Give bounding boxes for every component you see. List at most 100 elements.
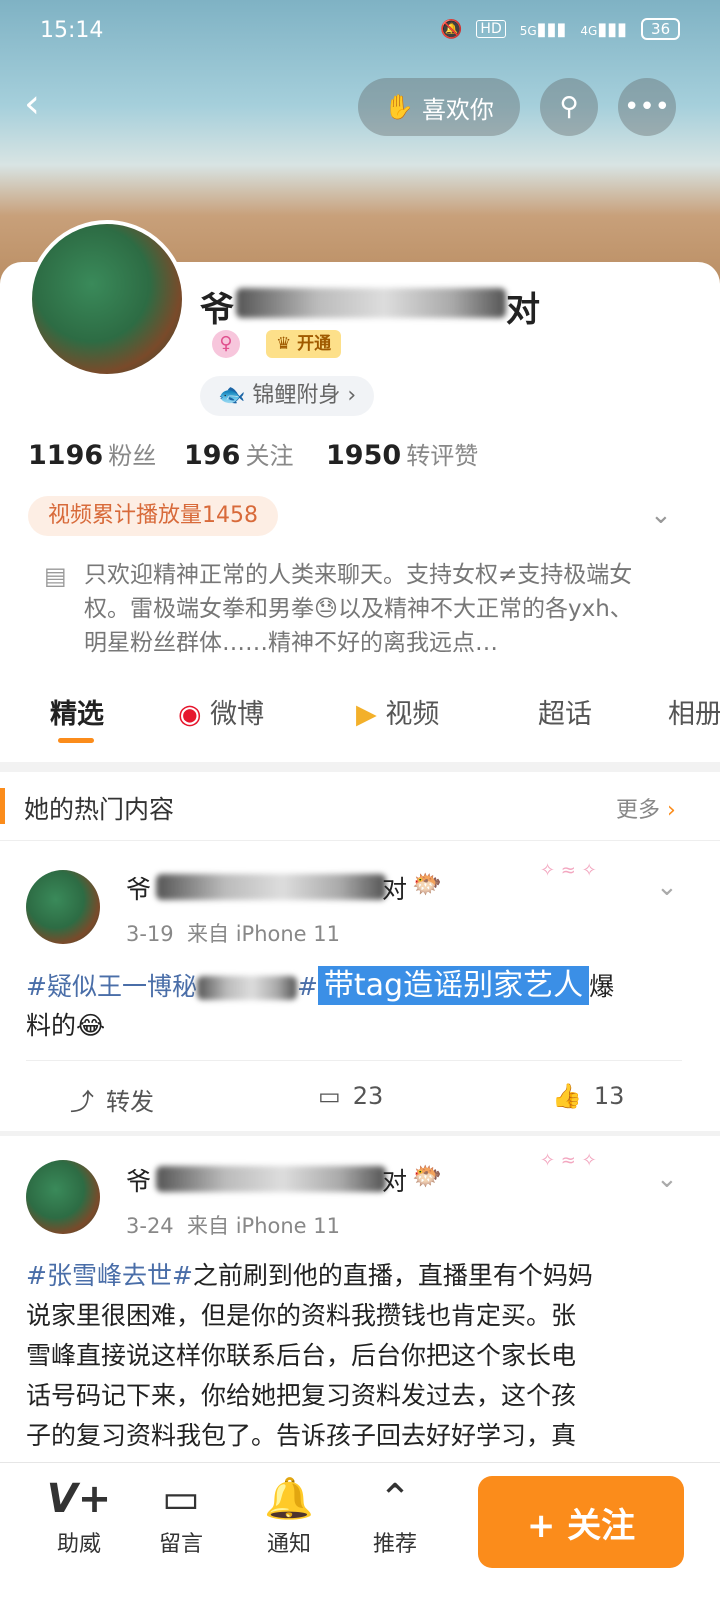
back-icon[interactable]: ‹ xyxy=(24,84,64,128)
bell-icon: 🔔 xyxy=(264,1476,314,1522)
post-text-line1: 之前刷到他的直播，直播里有个妈妈 xyxy=(192,1261,593,1290)
vip-badge[interactable]: ♛ 开通 xyxy=(266,330,342,358)
recommend-button[interactable]: ⌃ 推荐 xyxy=(350,1476,440,1558)
mute-icon: 🔕 xyxy=(440,18,463,40)
comment-button[interactable]: ▭ 23 xyxy=(318,1082,383,1110)
message-button[interactable]: ▭ 留言 xyxy=(136,1476,226,1558)
interactions-label: 转评赞 xyxy=(406,442,479,470)
like-count: 13 xyxy=(593,1082,625,1110)
like-button[interactable]: 👍 13 xyxy=(552,1082,624,1110)
post-date: 3-19 xyxy=(126,922,174,946)
followers-count: 1196 xyxy=(28,440,104,471)
post-meta: 3-19 来自 iPhone 11 xyxy=(126,918,340,948)
hand-icon: ✋ xyxy=(384,93,414,121)
following-label: 关注 xyxy=(245,442,294,470)
interactions-count: 1950 xyxy=(326,440,402,471)
tab-featured[interactable]: 精选 xyxy=(50,692,104,731)
profile-name-start: 爷 xyxy=(200,290,234,330)
post-text-line2: 料的😂 xyxy=(26,1011,106,1040)
tab-weibo[interactable]: ◉ 微博 xyxy=(178,692,264,731)
section-accent-bar xyxy=(0,788,5,824)
post-tag-link[interactable]: #张雪峰去世# xyxy=(26,1261,193,1290)
avatar[interactable] xyxy=(28,220,186,378)
signal-4g-icon: 4G▮▮▮ xyxy=(580,18,628,40)
recommend-icon: ⌃ xyxy=(378,1476,412,1522)
vip-label: 开通 xyxy=(297,334,332,354)
post-avatar[interactable] xyxy=(26,1160,100,1234)
bio-icon: ▤ xyxy=(44,562,67,590)
weibo-icon: ◉ xyxy=(178,699,211,730)
post-text-tail: 爆 xyxy=(589,972,615,1001)
battery-icon: 36 xyxy=(641,18,681,40)
recommend-label: 推荐 xyxy=(372,1532,417,1557)
followers-stat[interactable]: 1196 粉丝 xyxy=(28,436,156,471)
follow-button[interactable]: + 关注 xyxy=(478,1476,684,1568)
post-meta: 3-24 来自 iPhone 11 xyxy=(126,1210,340,1240)
chevron-right-icon: › xyxy=(660,798,676,823)
fish-badge-icon: 🐡 xyxy=(412,1162,442,1190)
video-icon: ▶ xyxy=(356,699,386,730)
status-icons: 🔕 HD 5G▮▮▮ 4G▮▮▮ 36 xyxy=(440,18,681,40)
crown-icon: ♛ xyxy=(276,334,298,354)
like-you-button[interactable]: ✋ 喜欢你 xyxy=(358,78,520,136)
post-avatar[interactable] xyxy=(26,870,100,944)
like-you-label: 喜欢你 xyxy=(421,95,494,124)
comment-count: 23 xyxy=(352,1082,384,1110)
tab-video-label: 视频 xyxy=(385,699,440,730)
tab-weibo-label: 微博 xyxy=(210,699,265,730)
chevron-right-icon: › xyxy=(340,383,357,408)
tab-active-indicator xyxy=(58,738,94,743)
profile-name-blur xyxy=(236,288,506,318)
post-text-line2: 说家里很困难，但是你的资料我攒钱也肯定买。张 xyxy=(26,1301,577,1330)
tab-featured-label: 精选 xyxy=(50,699,104,730)
post-tag-link[interactable]: #疑似王一博秘 xyxy=(26,972,197,1001)
chevron-down-icon[interactable]: ⌄ xyxy=(656,1164,678,1194)
following-stat[interactable]: 196 关注 xyxy=(184,436,293,471)
post-tag-end[interactable]: # xyxy=(297,972,318,1001)
comment-icon: ▭ xyxy=(318,1082,341,1110)
cheer-label: 助威 xyxy=(56,1532,101,1557)
tab-album[interactable]: 相册 xyxy=(668,692,720,731)
chevron-down-icon[interactable]: ⌄ xyxy=(650,500,672,530)
more-icon[interactable]: ••• xyxy=(618,78,676,136)
notify-label: 通知 xyxy=(266,1532,311,1557)
post-text: #疑似王一博秘 # 带tag造谣别家艺人爆 xyxy=(26,966,696,1007)
followers-label: 粉丝 xyxy=(108,442,157,470)
chevron-down-icon[interactable]: ⌄ xyxy=(656,872,678,902)
post-author-blur xyxy=(156,1166,386,1192)
tab-supertopic[interactable]: 超话 xyxy=(538,692,592,731)
repost-label: 转发 xyxy=(106,1088,154,1116)
repost-button[interactable]: ⤴ 转发 xyxy=(70,1082,154,1117)
cheer-icon: V+ xyxy=(46,1476,112,1522)
koi-badge[interactable]: 🐟 锦鲤附身 › xyxy=(200,376,375,416)
selected-text-highlight[interactable]: 带tag造谣别家艺人 xyxy=(317,966,590,1005)
signal-5g-label: 5G xyxy=(519,23,537,38)
following-count: 196 xyxy=(184,440,241,471)
post-text-line4: 话号码记下来，你给她把复习资料发过去，这个孩 xyxy=(26,1381,577,1410)
more-link[interactable]: 更多 › xyxy=(616,792,676,824)
notify-button[interactable]: 🔔 通知 xyxy=(244,1476,334,1558)
post-author-end: 对 xyxy=(382,875,408,904)
fish-badge-icon: 🐡 xyxy=(412,870,442,898)
video-plays-badge[interactable]: 视频累计播放量1458 xyxy=(28,496,278,536)
profile-name-end: 对 xyxy=(506,290,540,330)
cheer-button[interactable]: V+ 助威 xyxy=(34,1476,124,1558)
status-time: 15:14 xyxy=(40,18,104,43)
more-label: 更多 xyxy=(616,798,661,823)
bio-text: 只欢迎精神正常的人类来聊天。支持女权≠支持极端女权。雷极端女拳和男拳😓以及精神不… xyxy=(84,562,633,656)
post-tag-blur xyxy=(196,976,297,1000)
message-label: 留言 xyxy=(158,1532,203,1557)
post-author-start: 爷 xyxy=(126,875,152,904)
decoration-card-icon: ✧ ≈ ✧ xyxy=(540,1150,597,1171)
gender-female-icon: ♀ xyxy=(212,330,240,358)
post-author-end: 对 xyxy=(382,1167,408,1196)
post-author-blur xyxy=(156,874,386,900)
interactions-stat[interactable]: 1950 转评赞 xyxy=(326,436,478,471)
post-text: #张雪峰去世#之前刷到他的直播，直播里有个妈妈 xyxy=(26,1256,706,1296)
tab-album-label: 相册 xyxy=(668,699,720,730)
search-icon[interactable]: ⚲ xyxy=(540,78,598,136)
post-date: 3-24 xyxy=(126,1214,174,1238)
message-icon: ▭ xyxy=(162,1476,200,1522)
repost-icon: ⤴ xyxy=(70,1088,94,1116)
tab-video[interactable]: ▶ 视频 xyxy=(356,692,439,731)
